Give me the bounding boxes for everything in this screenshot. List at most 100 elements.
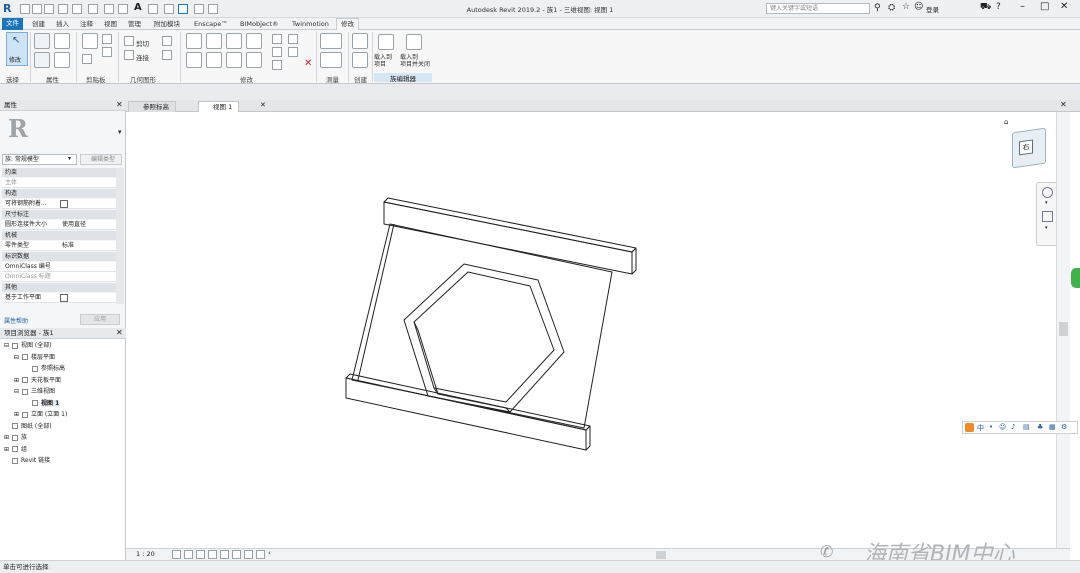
load-into-project-label[interactable]: 载入到 项目 <box>374 54 392 68</box>
paste-icon[interactable] <box>82 33 98 49</box>
match-properties-icon[interactable] <box>82 54 92 64</box>
tab-enscape[interactable]: Enscape™ <box>190 19 232 30</box>
ime-voice-icon[interactable]: ♪ <box>1011 423 1015 431</box>
load-and-close-icon[interactable] <box>406 34 422 50</box>
type-selector[interactable]: 族: 常规模型 <box>2 154 77 165</box>
section-constraints[interactable]: 约束 <box>2 168 116 177</box>
cut-with-voids-checkbox[interactable] <box>60 200 68 208</box>
create-group-icon[interactable] <box>352 52 368 68</box>
browser-tree-item[interactable]: ⊞ 组 <box>4 444 27 453</box>
shadows-icon[interactable] <box>208 550 217 559</box>
pin-icon[interactable] <box>272 60 282 70</box>
scale-label[interactable]: 1 : 20 <box>136 550 155 558</box>
tab-twinmotion[interactable]: Twinmotion <box>288 19 333 30</box>
viewcube[interactable]: 右 <box>1012 127 1046 169</box>
mirror-axis-icon[interactable] <box>226 33 242 49</box>
delete-icon[interactable]: ✕ <box>304 58 312 69</box>
browser-tree-item[interactable]: ⊞ 族 <box>4 432 27 441</box>
view-tab-close-icon[interactable]: ✕ <box>260 101 266 109</box>
paint-icon[interactable] <box>162 50 172 60</box>
type-properties-icon[interactable] <box>54 52 70 68</box>
tab-view[interactable]: 视图 <box>100 19 121 30</box>
copy-icon[interactable] <box>102 47 112 57</box>
properties-icon[interactable] <box>34 33 50 49</box>
assistant-button[interactable] <box>1071 268 1080 288</box>
properties-scrollbar[interactable] <box>116 168 124 304</box>
offset-icon[interactable] <box>206 33 222 49</box>
undo-icon[interactable] <box>58 4 68 14</box>
3d-view-icon[interactable] <box>148 4 158 14</box>
drawing-canvas[interactable]: ⌂ 右 ▾ ▾ <box>126 112 1070 548</box>
signin-label[interactable]: 登录 <box>926 4 939 14</box>
edit-type-button[interactable]: 编辑类型 <box>80 154 122 165</box>
view-tab-reference-level[interactable]: 参照标高 <box>128 101 176 112</box>
zoom-icon[interactable] <box>1042 211 1053 222</box>
aligned-dimension-icon[interactable] <box>320 52 342 68</box>
properties-close-icon[interactable]: ✕ <box>116 100 123 109</box>
view-close-icon[interactable]: ✕ <box>1060 100 1067 109</box>
join-geometry-icon[interactable] <box>124 50 134 60</box>
steering-wheel-menu-icon[interactable]: ▾ <box>1045 200 1048 206</box>
redo-icon[interactable] <box>72 4 82 14</box>
ime-tools-icon[interactable]: ▦ <box>1049 423 1056 431</box>
rotate-icon[interactable] <box>226 52 242 68</box>
align-icon[interactable] <box>186 33 202 49</box>
show-crop-icon[interactable] <box>232 550 241 559</box>
family-category-icon[interactable] <box>34 52 50 68</box>
home-icon[interactable]: ⌂ <box>1004 118 1012 126</box>
workplane-based-checkbox[interactable] <box>60 294 68 302</box>
section-identity[interactable]: 标识数据 <box>2 252 116 261</box>
vertical-scrollbar[interactable] <box>1056 112 1070 548</box>
view-tab-view-1[interactable]: 视图 1 <box>198 101 240 112</box>
minimize-icon[interactable]: – <box>1020 1 1025 12</box>
measure-icon[interactable] <box>104 4 114 14</box>
mirror-draw-icon[interactable] <box>246 33 262 49</box>
binoculars-icon[interactable]: ⚲ <box>874 3 881 13</box>
section-other[interactable]: 其他 <box>2 283 116 292</box>
cut-icon[interactable] <box>102 34 112 44</box>
temp-hide-icon[interactable] <box>256 550 265 559</box>
print-icon[interactable] <box>88 4 98 14</box>
section-dimensions[interactable]: 尺寸标注 <box>2 210 116 219</box>
project-browser-close-icon[interactable]: ✕ <box>116 328 123 337</box>
help-icon[interactable]: ? <box>996 2 1001 12</box>
steering-wheel-icon[interactable] <box>1042 187 1053 198</box>
tree-toggle-icon[interactable]: ⊟ <box>4 342 12 349</box>
browser-tree-item[interactable]: ⊞ 立面 (立面 1) <box>14 409 67 418</box>
apply-button[interactable]: 应用 <box>80 314 120 325</box>
split-gap-icon[interactable] <box>288 34 298 44</box>
favorites-icon[interactable]: ☆ <box>902 2 910 12</box>
horizontal-scroll-thumb[interactable] <box>656 551 666 559</box>
section-mechanical[interactable]: 机械 <box>2 231 116 240</box>
section-icon[interactable] <box>164 4 174 14</box>
sync-icon[interactable] <box>44 4 54 14</box>
tab-insert[interactable]: 插入 <box>52 19 73 30</box>
scroll-left-icon[interactable]: ‹ <box>268 549 271 557</box>
ime-emoji-icon[interactable]: ☺ <box>999 423 1006 431</box>
browser-tree-item[interactable]: 视图 1 <box>24 398 60 407</box>
trim-icon[interactable] <box>246 52 262 68</box>
vertical-scroll-thumb[interactable] <box>1059 322 1068 336</box>
wall-joins-icon[interactable] <box>162 36 172 46</box>
move-icon[interactable] <box>186 52 202 68</box>
cut-geometry-icon[interactable] <box>124 36 134 46</box>
tree-toggle-icon[interactable]: ⊞ <box>4 446 12 453</box>
browser-tree-item[interactable]: 图纸 (全部) <box>4 421 52 430</box>
browser-tree-item[interactable]: ⊟ 三维视图 <box>14 386 55 395</box>
copy-element-icon[interactable] <box>206 52 222 68</box>
save-icon[interactable] <box>32 4 42 14</box>
properties-help-link[interactable]: 属性帮助 <box>4 316 28 325</box>
scale-icon[interactable] <box>288 47 298 57</box>
tree-toggle-icon[interactable]: ⊟ <box>14 388 22 395</box>
tree-toggle-icon[interactable]: ⊞ <box>14 411 22 418</box>
browser-tree-item[interactable]: ⊞ 天花板平面 <box>14 375 61 384</box>
type-dropdown-icon[interactable]: ▾ <box>118 128 122 136</box>
close-icon[interactable]: ✕ <box>1060 1 1068 12</box>
open-icon[interactable] <box>20 4 30 14</box>
tree-toggle-icon[interactable]: ⊟ <box>14 354 22 361</box>
prop-value[interactable]: 标准 <box>62 241 74 251</box>
modify-button[interactable]: ↖ 修改 <box>6 32 28 66</box>
subscription-icon[interactable]: ⛭ <box>888 3 895 13</box>
measure-distance-icon[interactable] <box>320 33 342 49</box>
browser-tree-item[interactable]: Revit 链接 <box>4 455 50 464</box>
